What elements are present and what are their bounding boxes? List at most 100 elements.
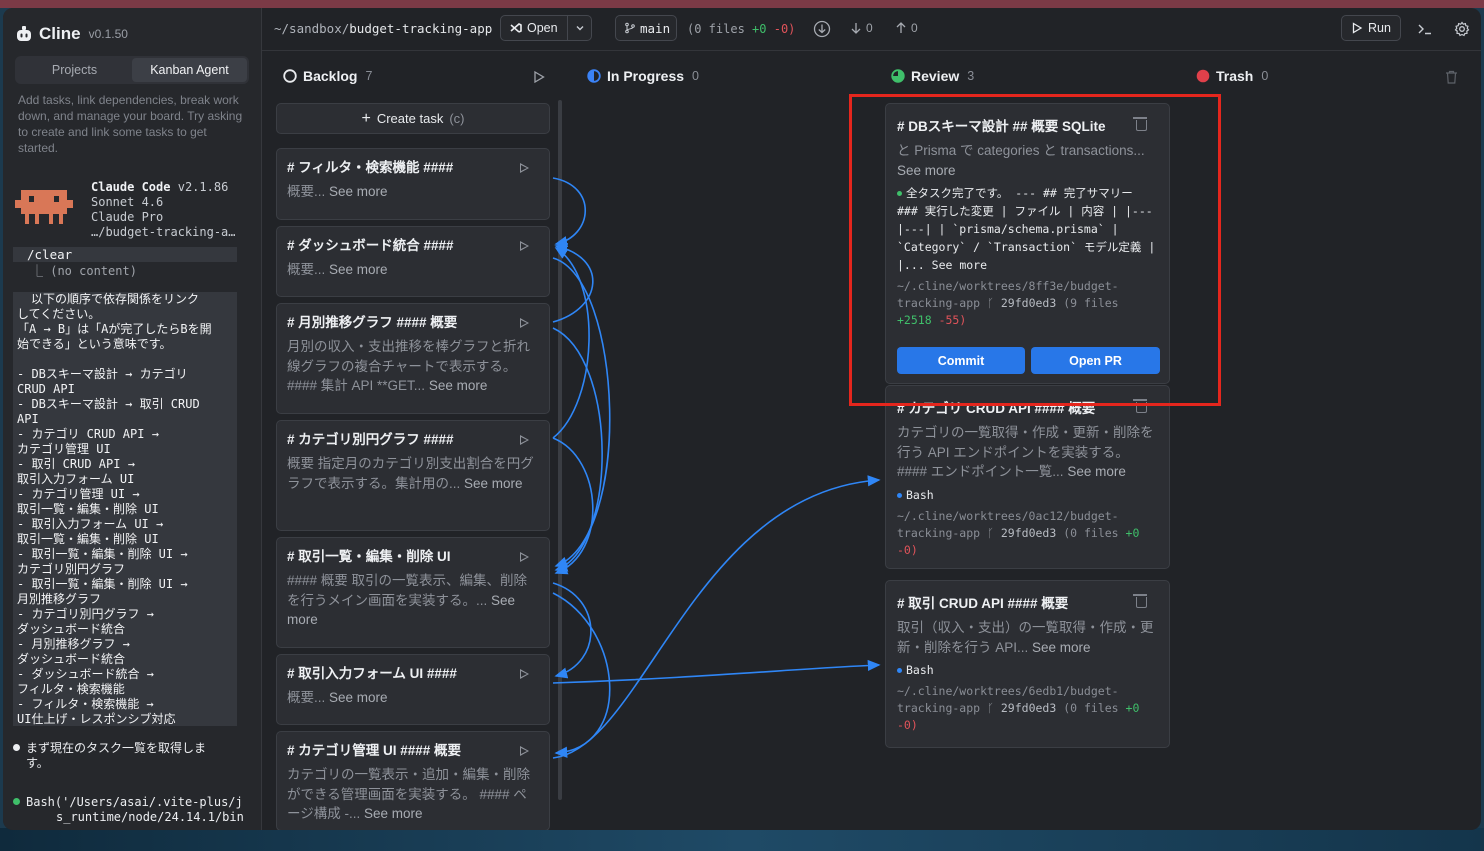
prompt-line: UI仕上げ・レスポンシブ対応: [17, 712, 176, 726]
prompt-line: - フィルタ・検索機能 →: [17, 697, 154, 711]
card-title: # ダッシュボード統合 ####: [287, 238, 454, 253]
command-text: /clear: [27, 247, 73, 262]
see-more-link[interactable]: See more: [329, 184, 388, 199]
run-button[interactable]: Run: [1341, 15, 1401, 41]
worktree-info: ~/.cline/worktrees/6edb1/budget-tracking…: [897, 683, 1158, 734]
backlog-card[interactable]: # 月別推移グラフ #### 概要 月別の収入・支出推移を棒グラフと折れ線グラフの…: [276, 303, 550, 414]
desktop-top-strip: [0, 0, 1484, 8]
arrow-up-icon: [896, 22, 906, 33]
sidebar-tabs: Projects Kanban Agent: [15, 56, 249, 84]
tab-projects[interactable]: Projects: [17, 58, 132, 82]
card-description: 概要... See more: [287, 260, 539, 280]
backlog-card[interactable]: # カテゴリ別円グラフ #### 概要 指定月のカテゴリ別支出割合を円グラフで表示…: [276, 420, 550, 531]
backlog-card[interactable]: # カテゴリ管理 UI #### 概要 カテゴリの一覧表示・追加・編集・削除ができ…: [276, 731, 550, 830]
claude-mascot-icon: [15, 190, 73, 224]
prompt-line: - DBスキーマ設計 → カテゴリ: [17, 367, 188, 381]
tab-kanban-agent[interactable]: Kanban Agent: [132, 58, 247, 82]
agent-info: Claude Code v2.1.86 Sonnet 4.6 Claude Pr…: [91, 180, 236, 240]
backlog-scrollbar[interactable]: [558, 100, 562, 800]
arrow-down-icon: [851, 23, 861, 34]
start-task-play-icon[interactable]: [520, 746, 529, 756]
prompt-line: - DBスキーマ設計 → 取引 CRUD: [17, 397, 200, 411]
pull-count[interactable]: 0: [850, 21, 873, 35]
in-progress-title: In Progress: [607, 68, 685, 84]
prompt-line: 始できる」という意味です。: [17, 337, 172, 351]
start-task-play-icon[interactable]: [520, 435, 529, 445]
plus-icon: +: [361, 109, 371, 127]
prompt-line: CRUD API: [17, 382, 75, 396]
agent-status: Bash: [897, 661, 1158, 679]
branch-button[interactable]: main: [615, 15, 677, 41]
gear-icon[interactable]: [1454, 21, 1470, 37]
backlog-card[interactable]: # 取引入力フォーム UI #### 概要... See more: [276, 654, 550, 725]
see-more-link[interactable]: See more: [329, 690, 388, 705]
clear-command: /clear: [13, 247, 237, 262]
card-title: # カテゴリ管理 UI #### 概要: [287, 743, 462, 758]
see-more-link[interactable]: See more: [329, 262, 388, 277]
files-plus: +0: [752, 22, 767, 36]
terminal-icon[interactable]: [1417, 21, 1433, 37]
branch-icon: [625, 22, 635, 34]
pull-count-value: 0: [866, 21, 873, 35]
backlog-card[interactable]: # 取引一覧・編集・削除 UI #### 概要 取引の一覧表示、編集、削除を行うメ…: [276, 537, 550, 648]
column-header-backlog: Backlog 7: [283, 68, 372, 84]
prompt-line: 「A → B」は「Aが完了したらBを開: [17, 322, 212, 336]
see-more-link[interactable]: See more: [429, 378, 488, 393]
status-dot: [897, 668, 902, 673]
bash-text: Bash('/Users/asai/.vite-plus/j: [26, 795, 243, 809]
see-more-link[interactable]: See more: [464, 476, 523, 491]
link-arrow: [552, 659, 881, 684]
column-header-in-progress: In Progress 0: [587, 68, 699, 84]
chevron-down-icon[interactable]: [575, 23, 585, 33]
empty-trash-icon[interactable]: [1445, 70, 1458, 84]
status-text: Bash: [906, 487, 934, 502]
branch-icon: ᚴ: [987, 701, 994, 715]
push-count[interactable]: 0: [895, 21, 918, 35]
app-window: Cline v0.1.50 Projects Kanban Agent Add …: [3, 8, 1481, 830]
branch-icon: ᚴ: [987, 525, 994, 540]
agent-model: Sonnet 4.6: [91, 195, 164, 209]
backlog-card[interactable]: # ダッシュボード統合 #### 概要... See more: [276, 226, 550, 297]
bash-message-cont: s_runtime/node/24.14.1/bin: [56, 810, 244, 824]
start-task-play-icon[interactable]: [520, 669, 529, 679]
lines-removed: -0): [897, 542, 918, 557]
card-desc-text: 取引（収入・支出）の一覧取得・作成・更新・削除を行う API...: [897, 620, 1154, 655]
trash-icon[interactable]: [1133, 594, 1147, 608]
card-title: # 取引入力フォーム UI ####: [287, 666, 457, 681]
start-task-play-icon[interactable]: [520, 241, 529, 251]
review-card[interactable]: # カテゴリ CRUD API #### 概要 カテゴリの一覧取得・作成・更新・削…: [885, 385, 1170, 569]
card-title: # 取引 CRUD API #### 概要: [897, 596, 1069, 611]
card-desc-text: 概要...: [287, 262, 326, 277]
in-progress-count: 0: [692, 69, 699, 83]
review-title: Review: [911, 68, 960, 84]
app-version: v0.1.50: [88, 27, 128, 41]
backlog-title: Backlog: [303, 68, 358, 84]
top-bar: ~/sandbox/budget-tracking-app Open main …: [262, 8, 1481, 51]
agent-path: …/budget-tracking-a…: [91, 225, 236, 239]
prompt-line: - カテゴリ別円グラフ →: [17, 607, 154, 621]
agent-status: Bash: [897, 486, 1158, 504]
card-desc-text: 概要...: [287, 184, 326, 199]
see-more-link[interactable]: See more: [1067, 464, 1126, 479]
app-title: Cline: [39, 24, 81, 43]
branch-name: main: [640, 20, 671, 36]
see-more-link[interactable]: See more: [1032, 640, 1091, 655]
see-more-link[interactable]: See more: [364, 806, 423, 821]
command-output: ⎿ (no content): [31, 264, 137, 278]
start-task-play-icon[interactable]: [520, 552, 529, 562]
review-card[interactable]: # 取引 CRUD API #### 概要取引（収入・支出）の一覧取得・作成・更…: [885, 580, 1170, 748]
start-task-play-icon[interactable]: [520, 318, 529, 328]
backlog-card[interactable]: # フィルタ・検索機能 #### 概要... See more: [276, 148, 550, 220]
files-count: (0 files: [1063, 701, 1119, 715]
start-task-play-icon[interactable]: [520, 163, 529, 173]
open-button[interactable]: Open: [500, 15, 592, 41]
fetch-icon[interactable]: [813, 20, 831, 38]
card-description: #### 概要 取引の一覧表示、編集、削除を行うメイン画面を実装する。... S…: [287, 571, 539, 630]
create-task-button[interactable]: + Create task (c): [276, 103, 550, 134]
prompt-line: - ダッシュボード統合 →: [17, 667, 154, 681]
prompt-line: - 取引一覧・編集・削除 UI →: [17, 577, 188, 591]
start-all-play-icon[interactable]: [533, 71, 545, 83]
help-text: Add tasks, link dependencies, break work…: [18, 93, 243, 155]
review-count: 3: [967, 69, 975, 83]
card-description: 概要 指定月のカテゴリ別支出割合を円グラフで表示する。集計用の... See m…: [287, 454, 539, 493]
